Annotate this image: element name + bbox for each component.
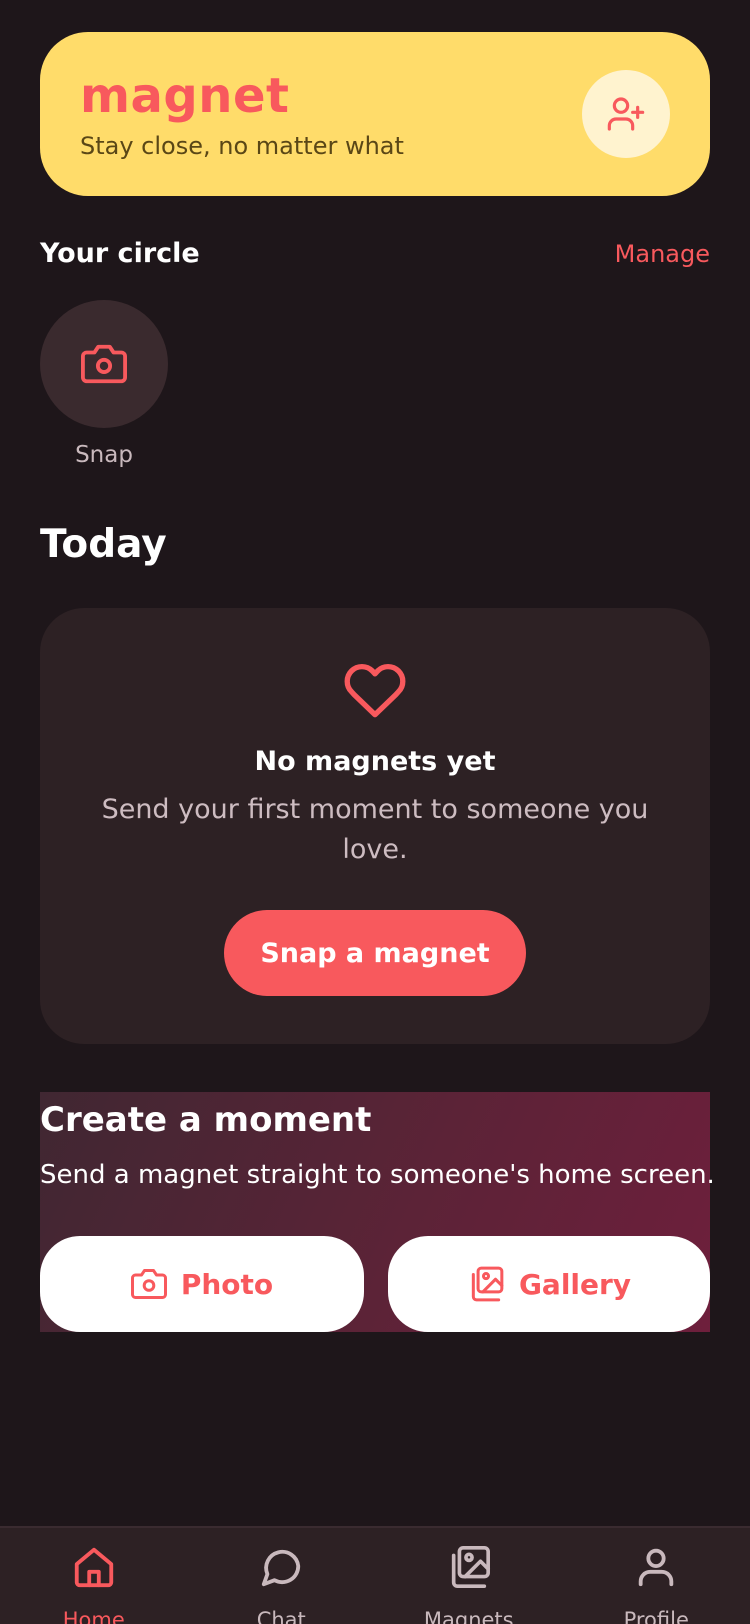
snap-a-magnet-button[interactable]: Snap a magnet (224, 910, 526, 996)
heart-icon (344, 663, 406, 718)
create-moment-section: Create a moment Send a magnet straight t… (40, 1092, 715, 1332)
nav-chat[interactable]: Chat (188, 1528, 376, 1624)
gallery-icon (471, 1266, 504, 1302)
create-moment-text: Send a magnet straight to someone's home… (40, 1160, 715, 1190)
nav-chat-label: Chat (256, 1608, 306, 1624)
nav-magnets[interactable]: Magnets (375, 1528, 563, 1624)
nav-home-label: Home (62, 1608, 125, 1624)
create-moment-title: Create a moment (40, 1100, 372, 1140)
user-plus-icon (607, 97, 645, 131)
app-logo-text: magnet (80, 68, 290, 124)
images-icon (451, 1546, 490, 1588)
manage-circle-link[interactable]: Manage (615, 240, 710, 268)
gallery-button[interactable]: Gallery (388, 1236, 710, 1332)
today-title: Today (40, 522, 167, 567)
add-friend-button[interactable] (582, 70, 670, 158)
circle-member-label: Snap (75, 442, 133, 468)
camera-icon (81, 344, 127, 384)
circle-member-snap[interactable] (40, 300, 168, 428)
empty-state-text: Send your first moment to someone you lo… (101, 794, 649, 865)
nav-profile-label: Profile (623, 1608, 689, 1624)
bottom-navigation: Home Chat Magnets Profile (0, 1526, 750, 1624)
nav-magnets-label: Magnets (423, 1608, 514, 1624)
photo-button-label: Photo (180, 1267, 274, 1301)
header-card: magnet Stay close, no matter what (40, 32, 710, 196)
empty-state-card: No magnets yet Send your first moment to… (40, 608, 710, 1044)
app-tagline: Stay close, no matter what (80, 132, 404, 160)
home-icon (74, 1547, 113, 1588)
nav-profile[interactable]: Profile (563, 1528, 750, 1624)
chat-bubble-icon (262, 1549, 301, 1587)
heart-icon-wrap (40, 658, 710, 718)
nav-home[interactable]: Home (0, 1528, 188, 1624)
circle-section-title: Your circle (40, 238, 200, 269)
gallery-button-label: Gallery (518, 1267, 632, 1301)
photo-button[interactable]: Photo (40, 1236, 364, 1332)
user-icon (639, 1548, 674, 1587)
empty-state-title: No magnets yet (254, 746, 496, 777)
camera-icon (130, 1269, 167, 1299)
